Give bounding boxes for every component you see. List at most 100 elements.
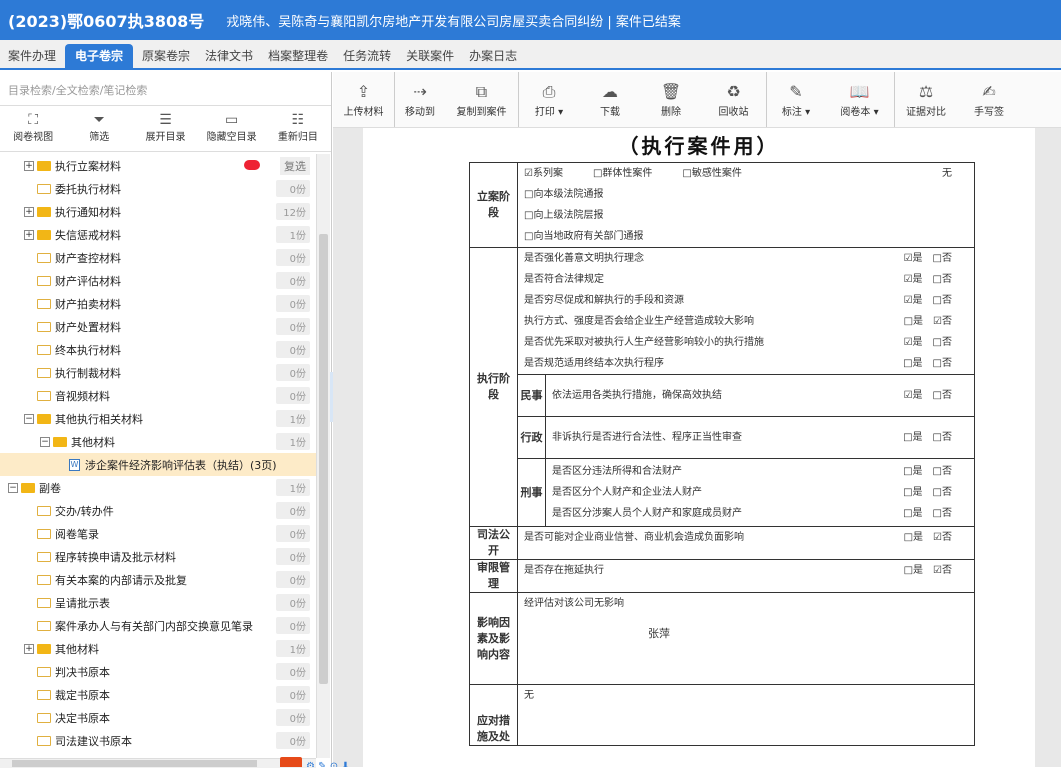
toolbar-button-10[interactable]: ✍ 手写签: [957, 72, 1021, 127]
catalog-tool-2[interactable]: ☰ 展开目录: [139, 112, 191, 151]
tab-1[interactable]: 电子卷宗: [65, 44, 134, 68]
toggle-switch[interactable]: [244, 160, 260, 170]
tree-item[interactable]: + 失信惩戒材料 1份: [0, 223, 316, 246]
form-subsection-header: 刑事: [518, 459, 546, 526]
form-line-checkbox: □是 ☑否: [903, 316, 952, 327]
toolbar-icon: 📖: [849, 82, 870, 101]
tab-2[interactable]: 原案卷宗: [136, 44, 196, 68]
tree-item[interactable]: + 执行立案材料 复选: [0, 154, 316, 177]
tree-item[interactable]: 司法建议书原本 0份: [0, 729, 316, 752]
toolbar-button-2[interactable]: ⧉ 复制到案件: [445, 72, 519, 127]
tab-4[interactable]: 档案整理卷: [262, 44, 334, 68]
bottom-icons[interactable]: ⚙ ✎ ⊙ ⬇: [306, 761, 350, 767]
tree-item[interactable]: 呈请批示表 0份: [0, 591, 316, 614]
app-icon[interactable]: [280, 757, 302, 767]
item-count-badge: 12份: [276, 203, 310, 220]
form-section-header: 执行阶段: [470, 248, 518, 526]
tree-item[interactable]: 裁定书原本 0份: [0, 683, 316, 706]
catalog-tool-0[interactable]: ⛶ 阅卷视图: [7, 112, 59, 151]
multi-select-button[interactable]: 复选: [280, 157, 310, 175]
toolbar-icon: ♻: [726, 82, 741, 101]
collapse-icon[interactable]: −: [8, 482, 18, 493]
toolbar-button-8[interactable]: 📖 阅卷本 ▾: [825, 72, 895, 127]
tree-item[interactable]: + 其他材料 1份: [0, 637, 316, 660]
expand-icon[interactable]: +: [24, 229, 34, 240]
scrollbar-thumb-horizontal[interactable]: [12, 760, 257, 767]
tab-0[interactable]: 案件办理: [2, 44, 62, 68]
tab-3[interactable]: 法律文书: [199, 44, 259, 68]
tree-item[interactable]: 财产拍卖材料 0份: [0, 292, 316, 315]
form-section: 执行阶段 是否强化善意文明执行理念 ☑是 □否 是否符合法律规定 ☑是 □否 是否穷尽促成…: [470, 248, 974, 527]
catalog-tool-label: 筛选: [89, 132, 110, 143]
catalog-tool-3[interactable]: ▭ 隐藏空目录: [206, 112, 258, 151]
expand-icon[interactable]: +: [24, 206, 34, 217]
toolbar-button-3[interactable]: ⎙ 打印 ▾: [519, 72, 579, 127]
catalog-tool-4[interactable]: ☷ 重新归目: [272, 112, 324, 151]
expand-icon[interactable]: +: [24, 160, 34, 171]
form-line: 是否可能对企业商业信誉、商业机会造成负面影响 □是 ☑否: [518, 527, 974, 548]
item-count-badge: 0份: [276, 318, 310, 335]
toolbar-button-4[interactable]: ☁ 下载: [579, 72, 641, 127]
form-line: 是否区分个人财产和企业法人财产 □是 □否: [546, 482, 974, 503]
form-section-body: 无: [518, 685, 974, 745]
toolbar-button-1[interactable]: ⇢ 移动到: [395, 72, 445, 127]
scrollbar-thumb[interactable]: [319, 234, 328, 684]
tree-item-label: 财产评估材料: [55, 274, 121, 288]
tree-item[interactable]: 财产处置材料 0份: [0, 315, 316, 338]
tab-5[interactable]: 任务流转: [337, 44, 397, 68]
tree-item[interactable]: 决定书原本 0份: [0, 706, 316, 729]
toolbar-button-9[interactable]: ⚖ 证据对比: [895, 72, 957, 127]
tree-item[interactable]: 判决书原本 0份: [0, 660, 316, 683]
selected-document-item[interactable]: W 涉企案件经济影响评估表（执结）(3页): [0, 453, 316, 476]
item-count-badge: 0份: [276, 341, 310, 358]
tree-item[interactable]: 程序转换申请及批示材料 0份: [0, 545, 316, 568]
tree-item[interactable]: 音视频材料 0份: [0, 384, 316, 407]
tree-item[interactable]: 交办/转办件 0份: [0, 499, 316, 522]
tree-item[interactable]: 有关本案的内部请示及批复 0份: [0, 568, 316, 591]
folder-icon: [37, 321, 51, 332]
toolbar-button-7[interactable]: ✎ 标注 ▾: [767, 72, 825, 127]
expand-icon[interactable]: +: [24, 643, 34, 654]
tree-item[interactable]: 案件承办人与有关部门内部交换意见笔录 0份: [0, 614, 316, 637]
document-toolbar: ⇪ 上传材料 ⇢ 移动到 ⧉ 复制到案件 ⎙ 打印 ▾ ☁ 下载 🗑 删除 ♻ 回收站 ✎ 标注 ▾ 📖 阅卷本 …: [333, 72, 1061, 128]
toolbar-button-6[interactable]: ♻ 回收站: [701, 72, 767, 127]
collapse-icon[interactable]: −: [40, 436, 50, 447]
form-line-checkbox: ☑是 □否: [903, 337, 952, 348]
tree-item-label: 失信惩戒材料: [55, 228, 121, 242]
tree-item[interactable]: − 副卷 1份: [0, 476, 316, 499]
tree-vertical-scrollbar[interactable]: [316, 154, 330, 758]
tab-6[interactable]: 关联案件: [400, 44, 460, 68]
tree-item[interactable]: − 其他材料 1份: [0, 430, 316, 453]
catalog-tool-label: 阅卷视图: [13, 132, 54, 143]
tree-item[interactable]: − 其他执行相关材料 1份: [0, 407, 316, 430]
tree-item[interactable]: 委托执行材料 0份: [0, 177, 316, 200]
form-section-body: 经评估对该公司无影响 张萍: [518, 593, 974, 684]
catalog-tool-icon: ☰: [159, 112, 172, 128]
document-title: （执行案件用）: [618, 134, 780, 158]
catalog-tool-icon: ⏷: [93, 112, 105, 128]
folder-icon: [37, 344, 51, 355]
tree-item[interactable]: 终本执行材料 0份: [0, 338, 316, 361]
folder-icon: [37, 413, 51, 424]
tree-item[interactable]: 财产评估材料 0份: [0, 269, 316, 292]
item-count-badge: 0份: [276, 525, 310, 542]
toolbar-button-0[interactable]: ⇪ 上传材料: [333, 72, 395, 127]
tree-item[interactable]: 财产查控材料 0份: [0, 246, 316, 269]
form-section-body: 是否可能对企业商业信誉、商业机会造成负面影响 □是 ☑否: [518, 527, 974, 559]
tree-item[interactable]: 执行制裁材料 0份: [0, 361, 316, 384]
toolbar-label: 移动到: [405, 107, 435, 118]
form-line: 依法运用各类执行措施，确保高效执结 ☑是 □否: [546, 385, 974, 406]
toolbar-button-5[interactable]: 🗑 删除: [641, 72, 701, 127]
tree-item[interactable]: + 执行通知材料 12份: [0, 200, 316, 223]
tree-item-label: 其他执行相关材料: [55, 412, 143, 426]
tree-item[interactable]: 阅卷笔录 0份: [0, 522, 316, 545]
tab-7[interactable]: 办案日志: [463, 44, 523, 68]
toolbar-label: 删除: [661, 107, 681, 118]
form-subsection-body: 依法运用各类执行措施，确保高效执结 ☑是 □否: [546, 375, 974, 416]
collapse-icon[interactable]: −: [24, 413, 34, 424]
form-line: 是否区分违法所得和合法财产 □是 □否: [546, 461, 974, 482]
form-line-text: 是否区分个人财产和企业法人财产: [552, 487, 702, 498]
folder-icon: [37, 160, 51, 171]
catalog-tool-1[interactable]: ⏷ 筛选: [73, 112, 125, 151]
catalog-search-input[interactable]: 目录检索/全文检索/笔记检索: [0, 72, 331, 106]
